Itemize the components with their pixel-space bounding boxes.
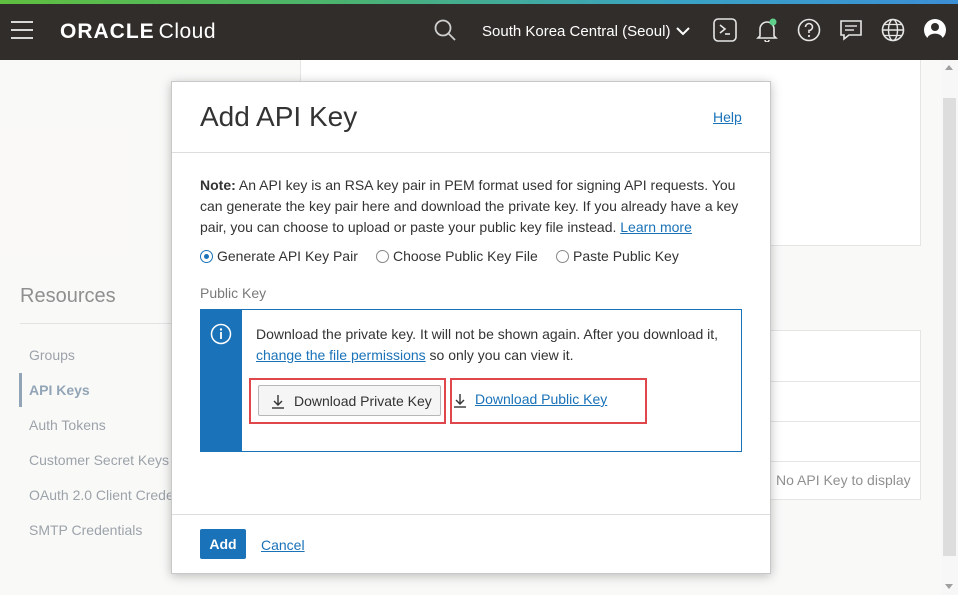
download-private-key-label: Download Private Key	[294, 393, 432, 409]
radio-label: Paste Public Key	[573, 248, 679, 264]
radio-unselected-icon[interactable]	[556, 250, 569, 263]
chat-icon[interactable]	[839, 18, 863, 42]
top-navigation-bar: ORACLE Cloud South Korea Central (Seoul)	[0, 0, 958, 60]
brand-bold: ORACLE	[60, 20, 155, 43]
user-icon[interactable]	[923, 18, 947, 42]
radio-paste-public-key[interactable]: Paste Public Key	[556, 248, 679, 264]
chevron-down-icon[interactable]	[676, 26, 690, 36]
radio-selected-icon[interactable]	[200, 250, 213, 263]
info-stripe	[201, 310, 242, 451]
dialog-title: Add API Key	[200, 101, 358, 132]
brand-stripe	[0, 0, 958, 4]
cancel-link[interactable]: Cancel	[261, 537, 305, 553]
download-icon	[272, 395, 284, 409]
download-public-key-label[interactable]: Download Public Key	[475, 391, 607, 407]
radio-label: Choose Public Key File	[393, 248, 538, 264]
info-message-box: Download the private key. It will not be…	[200, 309, 742, 452]
download-private-key-button[interactable]: Download Private Key	[258, 385, 441, 416]
download-icon	[454, 394, 466, 408]
add-api-key-dialog: Add API Key Help Note: An API key is an …	[171, 81, 771, 574]
radio-unselected-icon[interactable]	[376, 250, 389, 263]
terminal-icon[interactable]	[713, 18, 737, 42]
public-key-label: Public Key	[200, 285, 267, 301]
dialog-footer-divider	[172, 514, 770, 515]
info-text-part1: Download the private key. It will not be…	[256, 326, 719, 342]
info-message: Download the private key. It will not be…	[256, 324, 731, 366]
region-selector[interactable]: South Korea Central (Seoul)	[482, 23, 670, 40]
info-icon	[210, 323, 232, 345]
globe-icon[interactable]	[881, 18, 905, 42]
bell-icon[interactable]	[755, 18, 779, 42]
radio-choose-public-key-file[interactable]: Choose Public Key File	[376, 248, 538, 264]
radio-generate-key-pair[interactable]: Generate API Key Pair	[200, 248, 358, 264]
help-icon[interactable]	[797, 18, 821, 42]
note-label: Note:	[200, 177, 236, 193]
search-icon[interactable]	[433, 18, 457, 42]
help-link[interactable]: Help	[713, 109, 742, 125]
note-text: Note: An API key is an RSA key pair in P…	[200, 175, 745, 238]
learn-more-link[interactable]: Learn more	[620, 219, 692, 235]
change-permissions-link[interactable]: change the file permissions	[256, 347, 426, 363]
add-button[interactable]: Add	[200, 529, 246, 559]
radio-label: Generate API Key Pair	[217, 248, 358, 264]
oracle-cloud-logo[interactable]: ORACLE Cloud	[60, 20, 216, 44]
info-text-part2: so only you can view it.	[425, 347, 574, 363]
brand-light: Cloud	[158, 20, 217, 43]
hamburger-icon[interactable]	[11, 21, 33, 39]
dialog-header: Add API Key Help	[172, 82, 770, 153]
